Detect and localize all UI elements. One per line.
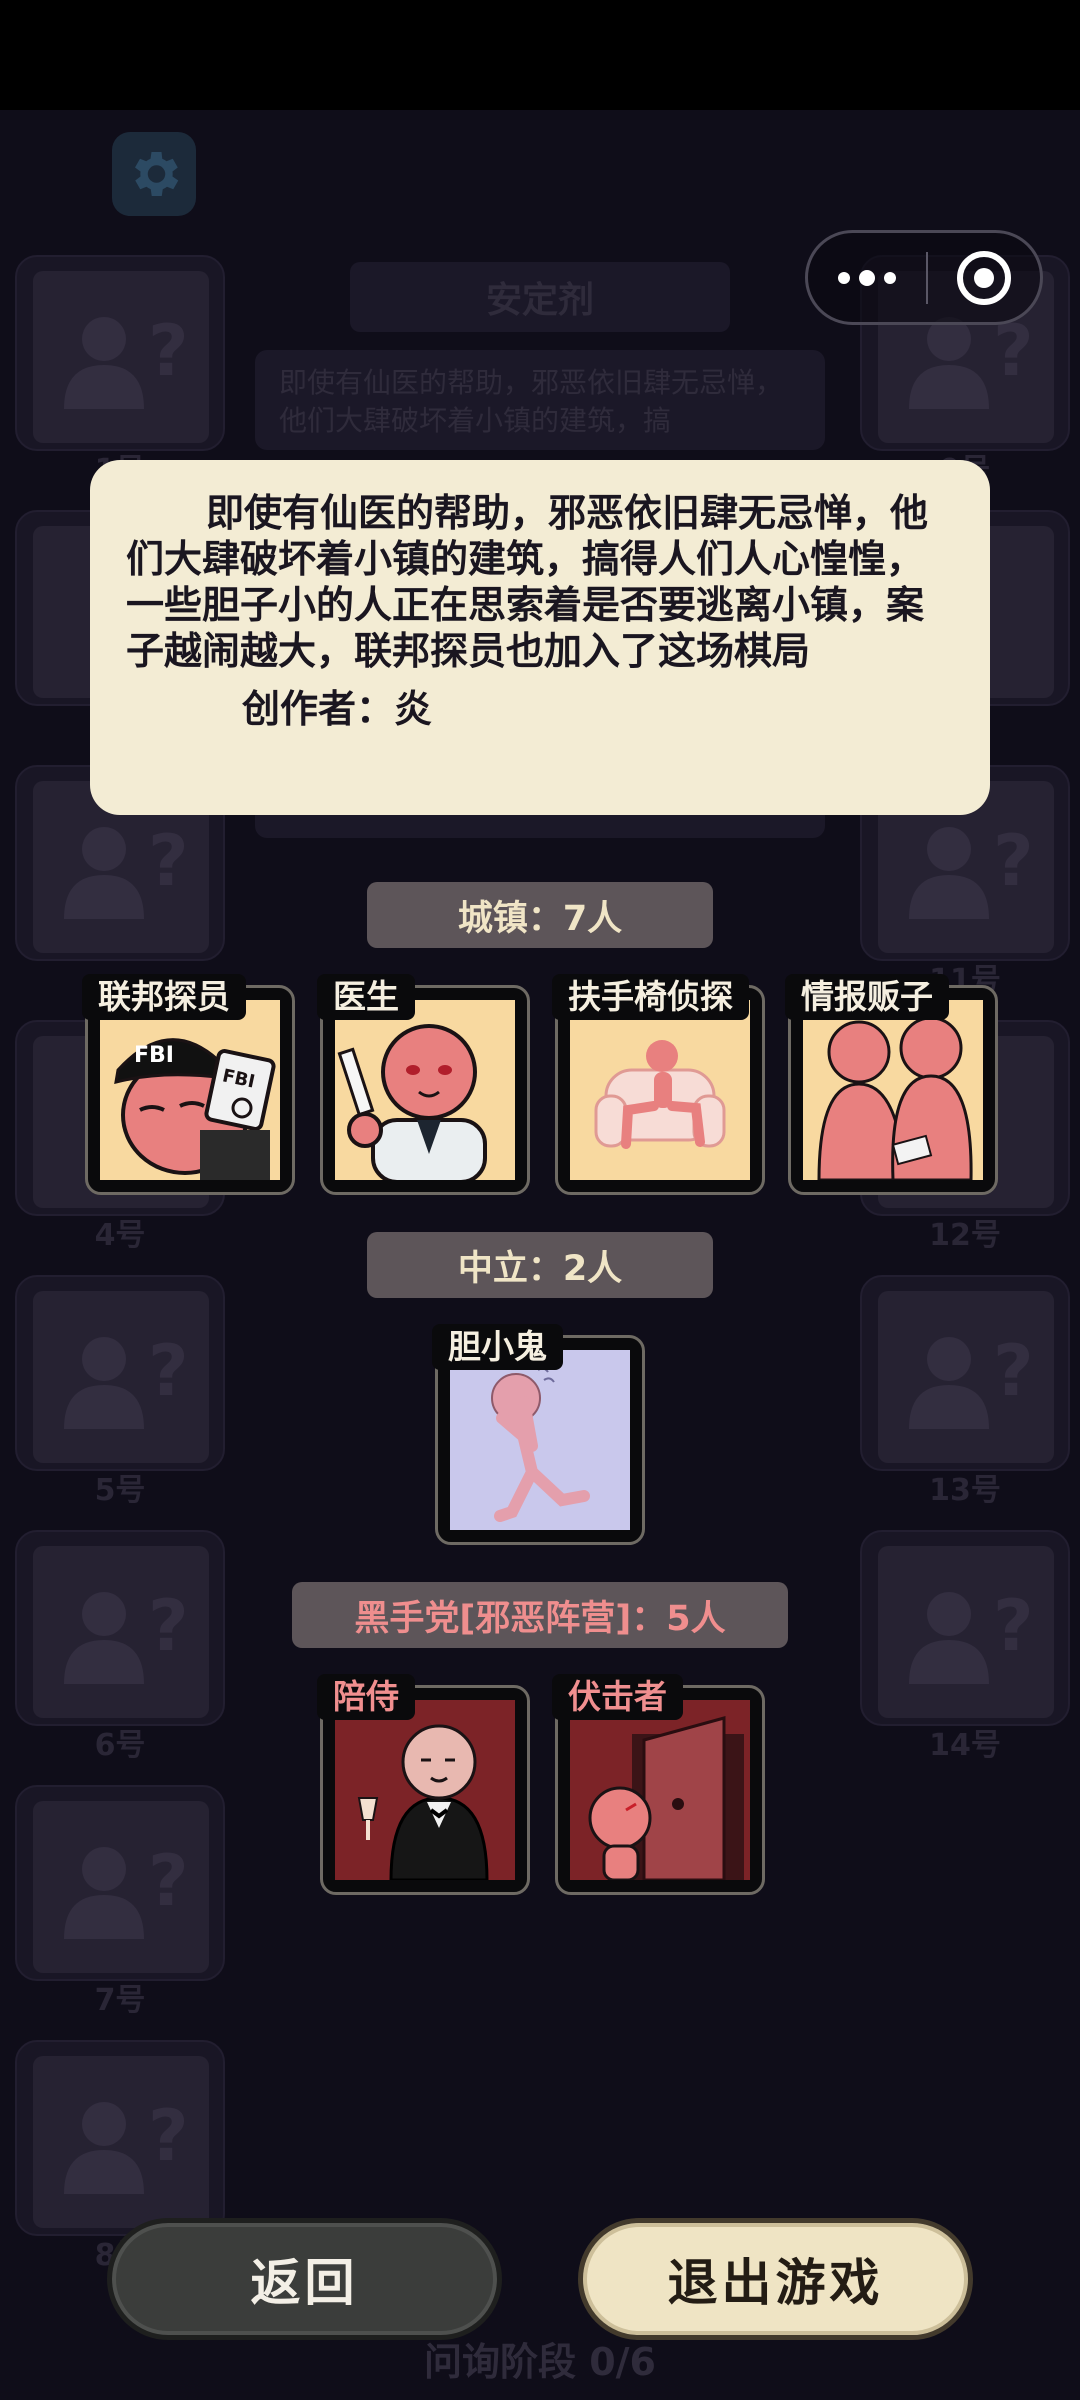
role-name: 胆小鬼 [432, 1324, 563, 1370]
svg-text:?: ? [148, 1330, 186, 1412]
player-slot-5[interactable]: ? 5号 [15, 1275, 225, 1508]
story-author: 创作者：炎 [242, 687, 433, 731]
armchair-detective-icon [570, 1000, 750, 1180]
more-icon [838, 271, 850, 284]
svg-text:?: ? [148, 820, 186, 902]
settings-button[interactable] [112, 132, 196, 216]
informant-icon [803, 1000, 983, 1180]
close-miniprogram-button[interactable] [928, 250, 1040, 305]
slot-number: 13号 [929, 1473, 1001, 1508]
player-slot-14[interactable]: ? 14号 [860, 1530, 1070, 1763]
role-card-escort[interactable]: 陪侍 [317, 1674, 530, 1895]
fbi-agent-icon: FBI FBI [100, 1000, 280, 1180]
role-card-ambusher[interactable]: 伏击者 [552, 1674, 765, 1895]
slot-number: 4号 [94, 1218, 146, 1253]
role-name: 联邦探员 [82, 974, 246, 1020]
unknown-player-icon: ? [33, 1801, 209, 1973]
faction-header-town: 城镇：7人 [367, 882, 713, 948]
unknown-player-icon: ? [33, 1291, 209, 1463]
story-popup: 即使有仙医的帮助，邪恶依旧肆无忌惮，他们大肆破坏着小镇的建筑，搞得人们人心惶惶，… [90, 460, 990, 815]
player-slot-6[interactable]: ? 6号 [15, 1530, 225, 1763]
role-card-doctor[interactable]: 医生 [317, 974, 530, 1195]
svg-text:?: ? [148, 310, 186, 392]
player-slot-1[interactable]: ? 1号 [15, 255, 225, 488]
more-options-button[interactable] [808, 269, 926, 286]
player-slot-13[interactable]: ? 13号 [860, 1275, 1070, 1508]
player-slot-8[interactable]: ? 8号 [15, 2040, 225, 2273]
role-panel-title: 安定剂 [350, 262, 730, 332]
role-name: 扶手椅侦探 [552, 974, 749, 1020]
coward-icon [450, 1350, 630, 1530]
unknown-player-icon: ? [878, 1291, 1054, 1463]
role-name: 陪侍 [317, 1674, 415, 1720]
escort-icon [335, 1700, 515, 1880]
svg-text:?: ? [148, 1585, 186, 1667]
svg-text:?: ? [148, 1840, 186, 1922]
slot-number: 7号 [94, 1983, 146, 2018]
unknown-player-icon: ? [33, 1546, 209, 1718]
player-slot-7[interactable]: ? 7号 [15, 1785, 225, 2018]
svg-text:?: ? [148, 2095, 186, 2177]
role-card-informant[interactable]: 情报贩子 [785, 974, 998, 1195]
svg-text:?: ? [993, 820, 1031, 902]
role-name: 情报贩子 [785, 974, 949, 1020]
role-card-armchair-detective[interactable]: 扶手椅侦探 [552, 974, 765, 1195]
back-button[interactable]: 返回 [107, 2218, 502, 2340]
gear-icon [135, 152, 179, 196]
role-name: 伏击者 [552, 1674, 683, 1720]
faction-header-neutral: 中立：2人 [367, 1232, 713, 1298]
quit-game-button[interactable]: 退出游戏 [578, 2218, 973, 2340]
target-icon [957, 250, 1011, 305]
slot-number: 6号 [94, 1728, 146, 1763]
svg-text:?: ? [993, 1585, 1031, 1667]
slot-number: 14号 [929, 1728, 1001, 1763]
doctor-icon [335, 1000, 515, 1180]
unknown-player-icon: ? [33, 271, 209, 443]
svg-text:FBI: FBI [134, 1043, 174, 1068]
unknown-player-icon: ? [878, 1546, 1054, 1718]
status-bar [0, 0, 1080, 110]
role-name: 医生 [317, 974, 415, 1020]
role-panel-text: 即使有仙医的帮助，邪恶依旧肆无忌惮，他们大肆破坏着小镇的建筑，搞 [255, 350, 825, 450]
faction-header-evil: 黑手党[邪恶阵营]：5人 [292, 1582, 788, 1648]
slot-number: 5号 [94, 1473, 146, 1508]
miniprogram-capsule [805, 230, 1043, 325]
role-card-coward[interactable]: 胆小鬼 [432, 1324, 645, 1545]
story-text: 即使有仙医的帮助，邪恶依旧肆无忌惮，他们大肆破坏着小镇的建筑，搞得人们人心惶惶，… [126, 491, 929, 673]
svg-text:?: ? [993, 1330, 1031, 1412]
unknown-player-icon: ? [33, 2056, 209, 2228]
ambusher-icon [570, 1700, 750, 1880]
role-card-fbi-agent[interactable]: FBI FBI 联邦探员 [82, 974, 295, 1195]
slot-number: 12号 [929, 1218, 1001, 1253]
